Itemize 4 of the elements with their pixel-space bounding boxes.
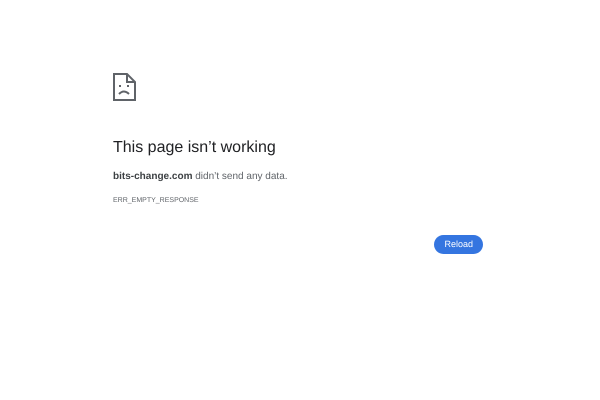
error-message: bits-change.com didn’t send any data. [113, 170, 289, 184]
sad-page-icon [113, 73, 136, 101]
reload-button[interactable]: Reload [434, 235, 483, 254]
error-heading: This page isn’t working [113, 138, 277, 158]
